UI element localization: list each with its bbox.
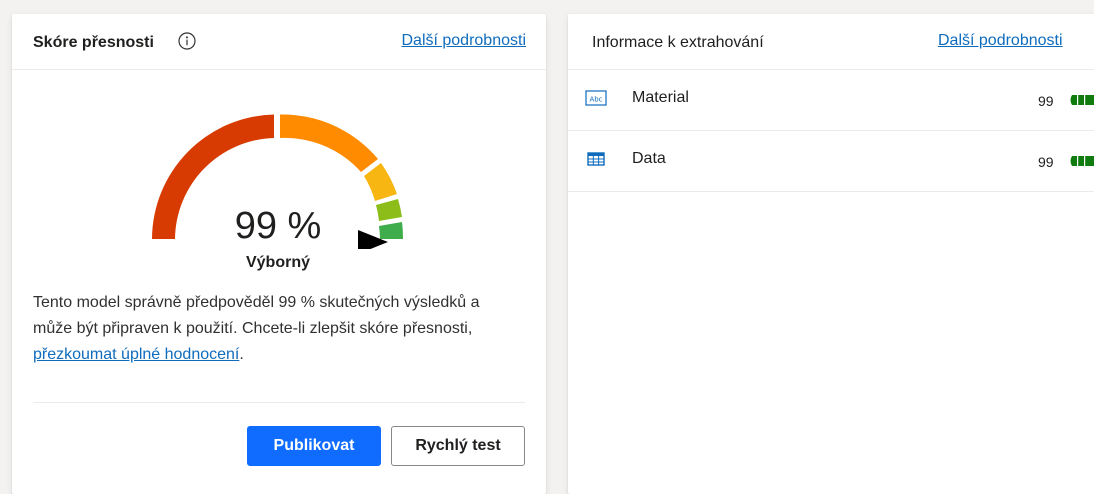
publish-button[interactable]: Publikovat <box>247 426 381 466</box>
review-evaluation-link[interactable]: přezkoumat úplné hodnocení <box>33 346 239 363</box>
accuracy-score-card: Skóre přesnosti Další podrobnosti 99 % V… <box>12 14 546 494</box>
gauge-value: 99 % <box>234 205 322 247</box>
description-end: . <box>239 346 244 363</box>
card-header: Informace k extrahování Další podrobnost… <box>568 14 1094 70</box>
description-text: Tento model správně předpověděl 99 % sku… <box>33 294 480 337</box>
divider <box>33 402 525 403</box>
gauge-segment-lightgreen <box>376 199 402 221</box>
gauge-segment-green <box>379 222 404 239</box>
accuracy-description: Tento model správně předpověděl 99 % sku… <box>33 290 513 368</box>
card-header: Skóre přesnosti Další podrobnosti <box>12 14 546 70</box>
card-title: Informace k extrahování <box>592 34 764 51</box>
list-item[interactable]: Abc Material 99 <box>568 69 1094 131</box>
more-details-link[interactable]: Další podrobnosti <box>938 32 1063 50</box>
more-details-link[interactable]: Další podrobnosti <box>401 32 526 50</box>
field-score: 99 <box>1038 154 1054 170</box>
confidence-bar-icon <box>1070 95 1094 105</box>
quick-test-button[interactable]: Rychlý test <box>391 426 525 466</box>
table-icon <box>587 152 605 166</box>
field-score: 99 <box>1038 93 1054 109</box>
extraction-info-card: Informace k extrahování Další podrobnost… <box>568 14 1094 494</box>
card-title: Skóre přesnosti <box>33 34 154 51</box>
info-icon[interactable] <box>178 32 196 50</box>
gauge-rating: Výborný <box>245 254 310 271</box>
gauge-segment-orange <box>280 114 378 172</box>
confidence-bar-icon <box>1070 156 1094 166</box>
svg-text:Abc: Abc <box>589 96 602 104</box>
field-name: Data <box>632 150 666 167</box>
field-name: Material <box>632 89 689 106</box>
list-item[interactable]: Data 99 <box>568 130 1094 192</box>
gauge-segment-yellow <box>364 163 397 201</box>
text-field-icon: Abc <box>585 90 607 106</box>
